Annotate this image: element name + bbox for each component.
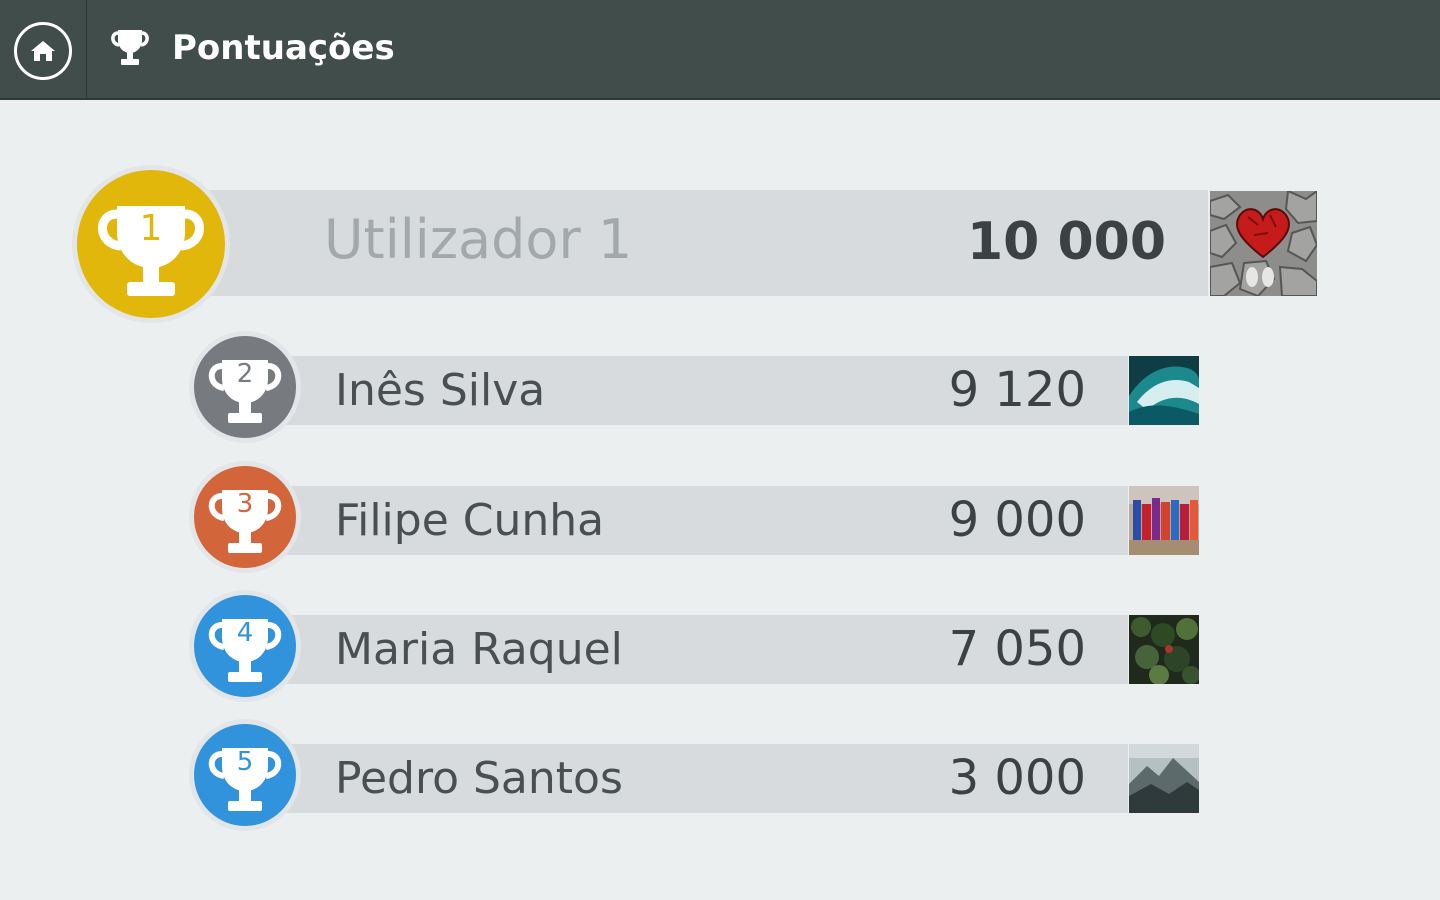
- player-score: 3 000: [948, 750, 1086, 806]
- player-name: Maria Raquel: [335, 624, 623, 675]
- rank-2-badge: 2: [194, 336, 296, 438]
- trophy-icon: 4: [208, 618, 282, 682]
- page-title: Pontuações: [172, 28, 395, 68]
- trophy-icon: 5: [208, 747, 282, 811]
- header-divider: [86, 0, 87, 98]
- home-icon: [31, 41, 55, 61]
- player-name: Filipe Cunha: [335, 495, 605, 546]
- player-avatar: [1129, 744, 1199, 813]
- player-score: 9 000: [948, 492, 1086, 548]
- trophy-icon: 2: [208, 359, 282, 423]
- rank-3-badge: 3: [194, 466, 296, 568]
- player-name: Pedro Santos: [335, 753, 623, 804]
- player-avatar: [1129, 356, 1199, 425]
- rank-number: 1: [140, 208, 163, 249]
- player-score: 10 000: [966, 212, 1166, 272]
- rank-number: 2: [237, 359, 254, 389]
- player-score: 9 120: [948, 362, 1086, 418]
- rank-5-badge: 5: [194, 724, 296, 826]
- rank-1-badge: 1: [77, 170, 225, 318]
- trophy-icon: 3: [208, 489, 282, 553]
- top-bar: Pontuações: [0, 0, 1440, 100]
- rank-number: 3: [237, 489, 254, 519]
- rank-4-badge: 4: [194, 595, 296, 697]
- home-button[interactable]: [14, 22, 72, 80]
- player-avatar: [1129, 615, 1199, 684]
- trophy-icon: 1: [98, 206, 204, 296]
- player-avatar: [1210, 191, 1317, 296]
- player-avatar: [1129, 486, 1199, 555]
- rank-number: 5: [237, 747, 254, 777]
- player-score: 7 050: [948, 621, 1086, 677]
- player-name: Utilizador 1: [324, 208, 633, 271]
- player-name: Inês Silva: [335, 365, 546, 416]
- trophy-icon: [111, 30, 149, 65]
- rank-number: 4: [237, 618, 254, 648]
